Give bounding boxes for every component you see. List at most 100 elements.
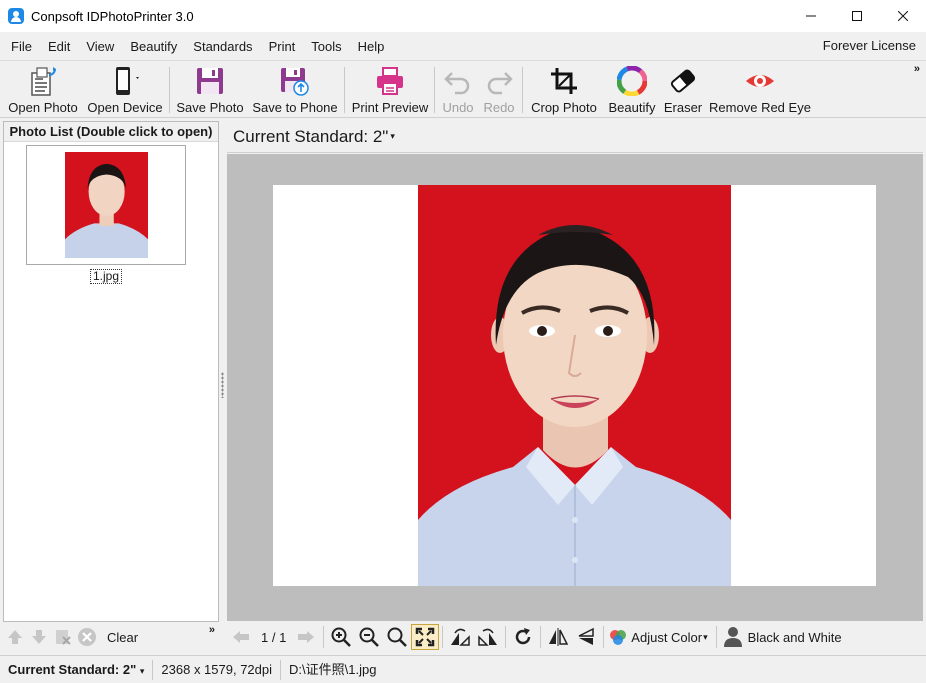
id-photo-image (418, 185, 731, 586)
rotate-left-button[interactable] (446, 624, 474, 650)
zoom-out-button[interactable] (355, 624, 383, 650)
standard-selector[interactable]: Current Standard: 2" ▾ (227, 121, 923, 153)
status-standard-selector[interactable]: Current Standard: 2" ▾ (0, 659, 154, 680)
undo-button[interactable]: Undo (440, 63, 476, 117)
photo-thumbnail[interactable] (26, 145, 186, 265)
redo-label: Redo (483, 100, 515, 115)
remove-photo-button[interactable] (51, 625, 75, 649)
menu-bar: File Edit View Beautify Standards Print … (0, 32, 926, 60)
minimize-icon (806, 15, 816, 17)
close-button[interactable] (880, 0, 926, 32)
menu-help[interactable]: Help (350, 39, 393, 54)
actual-size-button[interactable] (383, 624, 411, 650)
zoom-out-icon (359, 627, 380, 647)
license-link[interactable]: Forever License (823, 38, 916, 53)
page-indicator: 1 / 1 (261, 629, 287, 645)
menu-file[interactable]: File (0, 39, 40, 54)
menu-standards[interactable]: Standards (185, 39, 260, 54)
toolbar-separator (540, 626, 542, 648)
toolbar-separator (603, 626, 605, 648)
chevron-down-icon: ▾ (139, 665, 145, 676)
flip-horizontal-button[interactable] (544, 624, 572, 650)
clear-button-icon-wrap[interactable] (75, 625, 99, 649)
fit-to-window-button[interactable] (411, 624, 440, 650)
chevron-down-icon: ▾ (703, 631, 708, 642)
black-and-white-button[interactable]: Black and White (748, 630, 842, 645)
close-icon (898, 11, 908, 21)
move-up-button[interactable] (3, 625, 27, 649)
photo-thumbnail-image (65, 152, 148, 258)
zoom-in-icon (331, 627, 352, 647)
print-preview-button[interactable]: Print Preview (350, 63, 430, 117)
save-to-phone-label: Save to Phone (252, 100, 338, 115)
menu-view[interactable]: View (78, 39, 122, 54)
undo-icon (443, 63, 473, 99)
rotate-right-button[interactable] (474, 624, 502, 650)
color-wheel-icon (617, 63, 647, 99)
open-device-label: Open Device (87, 100, 163, 115)
toolbar-separator (442, 626, 444, 648)
flip-vertical-button[interactable] (572, 624, 600, 650)
black-and-white-icon-wrap[interactable] (720, 624, 746, 650)
rotate-right-icon (478, 628, 498, 646)
save-photo-label: Save Photo (176, 100, 244, 115)
rotate-button[interactable] (509, 624, 537, 650)
zoom-icon (387, 627, 408, 647)
arrow-up-icon (8, 630, 22, 644)
view-toolbar: 1 / 1 Adjust Color ▾ Black and White (227, 622, 923, 652)
crop-photo-label: Crop Photo (531, 100, 597, 115)
toolbar-separator (323, 626, 325, 648)
minimize-button[interactable] (788, 0, 834, 32)
main-toolbar: Open Photo Open Device Save Photo Save t… (0, 60, 926, 118)
status-standard-label: Current Standard: 2" (8, 661, 137, 677)
photo-list-overflow-button[interactable]: » (209, 624, 215, 636)
toolbar-separator (505, 626, 507, 648)
photo-canvas[interactable] (227, 154, 923, 621)
person-icon (723, 627, 742, 647)
maximize-button[interactable] (834, 0, 880, 32)
photo-list-toolbar: Clear » (3, 622, 219, 652)
panel-splitter[interactable] (221, 372, 224, 398)
remove-red-eye-button[interactable]: Remove Red Eye (709, 63, 811, 117)
menu-print[interactable]: Print (261, 39, 304, 54)
open-photo-button[interactable]: Open Photo (6, 63, 80, 117)
photo-list-panel: Photo List (Double click to open) 1.jpg (3, 121, 219, 622)
toolbar-separator (344, 67, 345, 113)
refresh-icon (516, 628, 531, 645)
clear-circle-icon (78, 628, 96, 646)
prev-page-button[interactable] (227, 624, 255, 650)
menu-tools[interactable]: Tools (303, 39, 349, 54)
adjust-color-icon-wrap[interactable] (607, 624, 629, 650)
menu-beautify[interactable]: Beautify (122, 39, 185, 54)
eraser-button[interactable]: Eraser (662, 63, 704, 117)
flip-horizontal-icon (549, 628, 569, 646)
toolbar-separator (169, 67, 170, 113)
clear-button[interactable]: Clear (107, 630, 138, 645)
redo-button[interactable]: Redo (481, 63, 517, 117)
rgb-circles-icon (610, 630, 627, 645)
eraser-icon (668, 63, 698, 99)
window-title: Conpsoft IDPhotoPrinter 3.0 (31, 8, 194, 24)
save-photo-button[interactable]: Save Photo (176, 63, 244, 117)
open-device-button[interactable]: Open Device (86, 63, 164, 117)
next-page-button[interactable] (292, 624, 320, 650)
print-preview-label: Print Preview (351, 100, 429, 115)
adjust-color-button[interactable]: Adjust Color (631, 630, 702, 645)
beautify-button[interactable]: Beautify (606, 63, 658, 117)
toolbar-overflow-button[interactable]: » (914, 63, 920, 75)
toolbar-separator (715, 626, 717, 648)
beautify-label: Beautify (608, 100, 656, 115)
maximize-icon (852, 11, 862, 21)
crop-photo-button[interactable]: Crop Photo (528, 63, 600, 117)
status-bar: Current Standard: 2" ▾ 2368 x 1579, 72dp… (0, 655, 926, 683)
print-paper (273, 185, 876, 586)
printer-icon (374, 63, 406, 99)
move-down-button[interactable] (27, 625, 51, 649)
eraser-label: Eraser (663, 100, 703, 115)
save-to-phone-button[interactable]: Save to Phone (251, 63, 339, 117)
menu-edit[interactable]: Edit (40, 39, 78, 54)
photo-thumbnail-label: 1.jpg (90, 269, 123, 284)
crop-icon (549, 63, 579, 99)
zoom-in-button[interactable] (327, 624, 355, 650)
arrow-right-icon (298, 631, 315, 643)
